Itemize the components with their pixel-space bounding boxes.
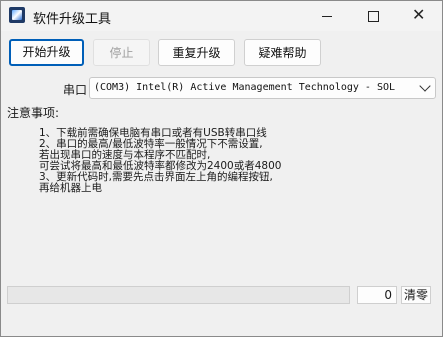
notes-title: 注意事项:: [7, 106, 60, 120]
repeat-upgrade-button[interactable]: 重复升级: [158, 39, 235, 66]
chevron-down-icon: [419, 80, 431, 92]
minimize-icon: [322, 16, 332, 17]
title-bar[interactable]: 软件升级工具 ✕: [1, 1, 442, 31]
window-title: 软件升级工具: [33, 12, 112, 27]
notes-body: 1、下载前需确保电脑有串口或者有USB转串口线 2、串口的最高/最低波特率一般情…: [39, 128, 281, 194]
port-select-value: (COM3) Intel(R) Active Management Techno…: [94, 82, 396, 93]
port-select[interactable]: (COM3) Intel(R) Active Management Techno…: [89, 77, 436, 99]
close-button[interactable]: ✕: [396, 1, 442, 31]
stop-button: 停止: [93, 39, 150, 66]
clear-button[interactable]: 清零: [401, 286, 431, 304]
maximize-icon: [368, 11, 379, 22]
help-button[interactable]: 疑难帮助: [244, 39, 321, 66]
maximize-button[interactable]: [350, 1, 396, 31]
app-window: 软件升级工具 ✕ 开始升级 停止 重复升级 疑难帮助 串口 (COM3) Int…: [0, 0, 443, 337]
close-icon: ✕: [412, 5, 426, 24]
notes-line: 再给机器上电: [39, 182, 102, 194]
counter-display: 0: [357, 286, 397, 304]
progress-bar: [7, 286, 350, 304]
start-upgrade-button[interactable]: 开始升级: [9, 39, 84, 66]
minimize-button[interactable]: [304, 1, 350, 31]
app-icon: [9, 7, 25, 23]
notes-panel: 注意事项: 1、下载前需确保电脑有串口或者有USB转串口线 2、串口的最高/最低…: [7, 102, 439, 282]
port-label: 串口: [63, 83, 88, 97]
